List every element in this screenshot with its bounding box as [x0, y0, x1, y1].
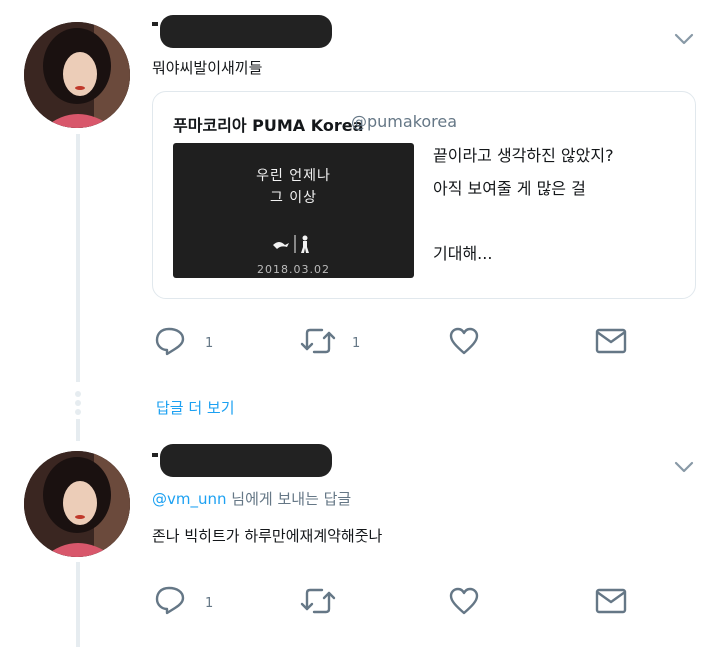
- quoted-tweet-card[interactable]: 푸마코리아 PUMA Korea @pumakorea 우린 언제나 그 이상 …: [152, 91, 696, 299]
- thread-ellipsis-dot: [75, 409, 81, 415]
- chevron-down-icon[interactable]: [674, 461, 694, 473]
- direct-message-icon[interactable]: [595, 588, 627, 614]
- thread-ellipsis-dot: [75, 391, 81, 397]
- avatar[interactable]: [24, 22, 130, 128]
- quoted-text-line: 끝이라고 생각하진 않았지?: [433, 146, 614, 165]
- redacted-name-mark: [152, 22, 158, 26]
- quoted-text-line: 아직 보여줄 게 많은 걸: [433, 179, 586, 198]
- reply-count: 1: [205, 596, 214, 611]
- avatar[interactable]: [24, 451, 130, 557]
- reply-to-label: 님에게 보내는 답글: [226, 490, 352, 508]
- redacted-name-mark: [152, 453, 158, 457]
- thread-line-top: [76, 134, 80, 382]
- retweet-count: 1: [352, 336, 361, 351]
- direct-message-icon[interactable]: [595, 328, 627, 354]
- quoted-text-line: 기대해...: [433, 244, 493, 263]
- reply-context: @vm_unn 님에게 보내는 답글: [152, 488, 351, 509]
- retweet-icon[interactable]: [300, 587, 336, 615]
- redacted-username: [160, 444, 332, 477]
- reply-icon[interactable]: [154, 585, 186, 615]
- reply-count: 1: [205, 336, 214, 351]
- media-date: 2018.03.02: [257, 263, 330, 276]
- chevron-down-icon[interactable]: [674, 33, 694, 45]
- quoted-account-name[interactable]: 푸마코리아 PUMA Korea: [173, 112, 363, 136]
- media-text-line: 우린 언제나: [256, 168, 331, 184]
- media-text-line: 그 이상: [269, 190, 318, 206]
- tweet-text: 존나 빅히트가 하루만에재계약해줏나: [152, 527, 383, 545]
- tweet-text: 뭐야씨발이새끼들: [152, 59, 263, 77]
- reply-icon[interactable]: [154, 326, 186, 356]
- reply-to-handle[interactable]: @vm_unn: [152, 490, 227, 508]
- quoted-account-handle[interactable]: @pumakorea: [351, 112, 457, 131]
- thread-ellipsis-dot: [75, 400, 81, 406]
- like-icon[interactable]: [448, 326, 480, 356]
- like-icon[interactable]: [448, 586, 480, 616]
- thread-line-bottom: [76, 562, 80, 647]
- quoted-media-image[interactable]: 우린 언제나 그 이상 2018.03.02: [173, 143, 414, 278]
- thread-line-middle: [76, 419, 80, 441]
- retweet-icon[interactable]: [300, 327, 336, 355]
- puma-logo: [273, 235, 309, 253]
- show-more-replies-link[interactable]: 답글 더 보기: [156, 397, 235, 418]
- redacted-username: [160, 15, 332, 48]
